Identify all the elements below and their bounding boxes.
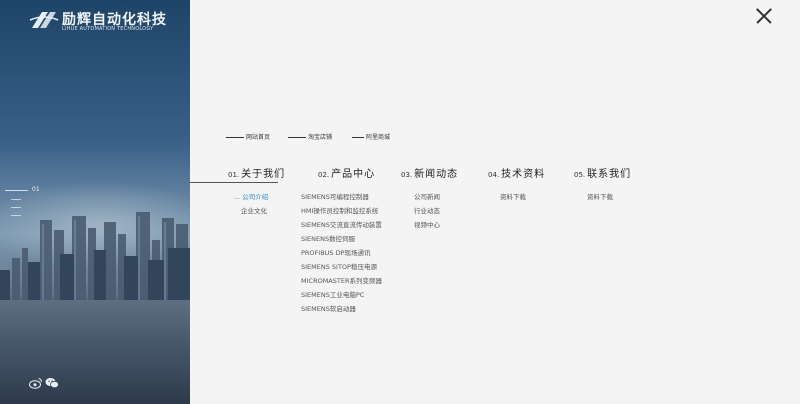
- quick-link-label: 阿里商城: [366, 134, 391, 141]
- menu-tab-number: 02.: [318, 171, 330, 179]
- close-menu-button[interactable]: [756, 8, 772, 24]
- menu-tab-products[interactable]: 02. 产品中心: [318, 162, 375, 180]
- submenu-item[interactable]: MICROMASTER系列变频器: [301, 274, 382, 288]
- submenu-item[interactable]: 资料下载: [500, 190, 526, 204]
- menu-tab-about[interactable]: 01. 关于我们: [228, 162, 285, 180]
- submenu-item[interactable]: 公司新闻: [414, 190, 440, 204]
- menu-tab-news[interactable]: 03. 新闻动态: [401, 162, 458, 180]
- wechat-icon[interactable]: [45, 377, 59, 389]
- submenu-about: ... 公司介绍 企业文化: [234, 190, 268, 218]
- submenu-item[interactable]: 视频中心: [414, 218, 440, 232]
- submenu-item[interactable]: PROFIBUS DP现场通讯: [301, 246, 382, 260]
- menu-tab-title: 产品中心: [331, 169, 376, 180]
- social-links: [29, 377, 61, 391]
- submenu-products: SIEMENS可编程控制器 HMI操作员控制和监控系统 SIEMENS交流直流传…: [301, 190, 382, 316]
- menu-tab-title: 关于我们: [241, 169, 286, 180]
- menu-tab-title: 技术资料: [501, 169, 546, 180]
- logo-mark-icon: [29, 12, 59, 28]
- quick-link-alibaba[interactable]: 阿里商城: [352, 132, 390, 142]
- quick-link-dash: [288, 137, 306, 138]
- submenu-item[interactable]: SIEMENS可编程控制器: [301, 190, 382, 204]
- menu-tab-number: 01.: [228, 171, 240, 179]
- quick-link-home[interactable]: 网站首页: [226, 132, 270, 142]
- quick-link-taobao[interactable]: 淘宝店铺: [288, 132, 332, 142]
- submenu-tech-docs: 资料下载: [500, 190, 526, 204]
- brand-logo[interactable]: 励辉自动化科技 LIHUE AUTOMATION TECHNOLOGY: [28, 8, 168, 34]
- quick-link-dash: [226, 137, 244, 138]
- submenu-item[interactable]: SIEMENS软启动器: [301, 302, 382, 316]
- main-menu: 01. 关于我们 02. 产品中心 03. 新闻动态 04. 技术资料 05. 联系我们 …: [0, 162, 800, 322]
- active-tab-underline: [190, 182, 278, 183]
- submenu-item[interactable]: SIEMENS SITOP稳压电源: [301, 260, 382, 274]
- quick-link-label: 淘宝店铺: [308, 134, 333, 141]
- menu-tab-number: 04.: [488, 171, 500, 179]
- submenu-item-culture[interactable]: 企业文化: [234, 204, 268, 218]
- submenu-item[interactable]: 行业动态: [414, 204, 440, 218]
- quick-link-dash: [352, 137, 364, 138]
- menu-tab-title: 联系我们: [587, 169, 632, 180]
- submenu-news: 公司新闻 行业动态 视频中心: [414, 190, 440, 232]
- brand-name-en: LIHUE AUTOMATION TECHNOLOGY: [62, 26, 154, 32]
- menu-tab-contact[interactable]: 05. 联系我们: [574, 162, 631, 180]
- submenu-label: 公司介绍: [242, 193, 269, 201]
- quick-links: 网站首页 淘宝店铺 阿里商城: [226, 132, 426, 142]
- submenu-item-company-intro[interactable]: ... 公司介绍: [234, 190, 268, 204]
- menu-tab-number: 03.: [401, 171, 413, 179]
- submenu-item[interactable]: 资料下载: [587, 190, 613, 204]
- menu-tab-tech-docs[interactable]: 04. 技术资料: [488, 162, 545, 180]
- submenu-item[interactable]: SIEMENS工业电脑PC: [301, 288, 382, 302]
- submenu-item[interactable]: HMI操作员控制和监控系统: [301, 204, 382, 218]
- quick-link-label: 网站首页: [246, 134, 271, 141]
- weibo-icon[interactable]: [29, 377, 43, 389]
- submenu-item[interactable]: SIEMENS交流直流传动装置: [301, 218, 382, 232]
- menu-tab-title: 新闻动态: [414, 169, 459, 180]
- submenu-contact: 资料下载: [587, 190, 613, 204]
- menu-tab-number: 05.: [574, 171, 586, 179]
- submenu-item[interactable]: SIENENS数控伺服: [301, 232, 382, 246]
